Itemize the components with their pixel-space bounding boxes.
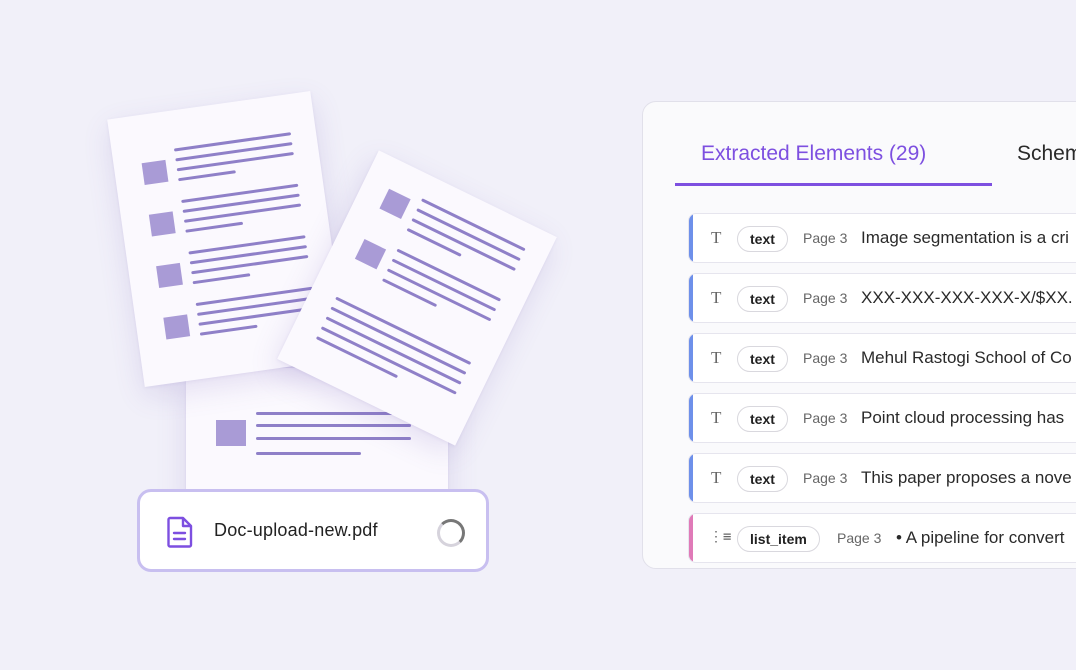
- text-type-icon: T: [711, 468, 722, 487]
- document-icon: [167, 516, 193, 548]
- element-row[interactable]: T text Page 3 Image segmentation is a cr…: [688, 213, 1076, 263]
- text-type-icon: T: [711, 348, 722, 367]
- upload-file-card[interactable]: Doc-upload-new.pdf: [137, 489, 489, 572]
- page-label: Page 3: [837, 530, 882, 546]
- element-snippet: • A pipeline for convert: [896, 528, 1065, 547]
- element-row[interactable]: T text Page 3 This paper proposes a nove: [688, 453, 1076, 503]
- text-type-icon: T: [711, 228, 722, 247]
- page-label: Page 3: [803, 470, 848, 486]
- element-snippet: This paper proposes a nove: [861, 468, 1072, 487]
- element-type-badge: text: [737, 466, 788, 492]
- element-row[interactable]: T text Page 3 XXX-XXX-XXX-XXX-X/$XX.: [688, 273, 1076, 323]
- active-tab-indicator: [675, 183, 992, 186]
- page-label: Page 3: [803, 410, 848, 426]
- element-type-badge: list_item: [737, 526, 820, 552]
- element-type-badge: text: [737, 226, 788, 252]
- element-row[interactable]: T text Page 3 Point cloud processing has: [688, 393, 1076, 443]
- element-snippet: Mehul Rastogi School of Co: [861, 348, 1072, 367]
- page-label: Page 3: [803, 230, 848, 246]
- element-type-badge: text: [737, 346, 788, 372]
- text-type-icon: T: [711, 408, 722, 427]
- file-name: Doc-upload-new.pdf: [214, 520, 378, 540]
- element-row[interactable]: ⋮≡ list_item Page 3 • A pipeline for con…: [688, 513, 1076, 563]
- list-item-icon: ⋮≡: [709, 529, 732, 545]
- tab-schema[interactable]: Schem: [1017, 142, 1076, 166]
- extraction-panel: Extracted Elements (29) Schem T text Pag…: [642, 101, 1076, 569]
- element-row[interactable]: T text Page 3 Mehul Rastogi School of Co: [688, 333, 1076, 383]
- loading-spinner-icon: [437, 519, 465, 547]
- element-type-badge: text: [737, 406, 788, 432]
- element-snippet: XXX-XXX-XXX-XXX-X/$XX.: [861, 288, 1073, 307]
- element-snippet: Point cloud processing has: [861, 408, 1065, 427]
- element-type-badge: text: [737, 286, 788, 312]
- tab-extracted-elements[interactable]: Extracted Elements (29): [701, 142, 926, 166]
- text-type-icon: T: [711, 288, 722, 307]
- page-label: Page 3: [803, 350, 848, 366]
- element-snippet: Image segmentation is a cri: [861, 228, 1069, 247]
- page-label: Page 3: [803, 290, 848, 306]
